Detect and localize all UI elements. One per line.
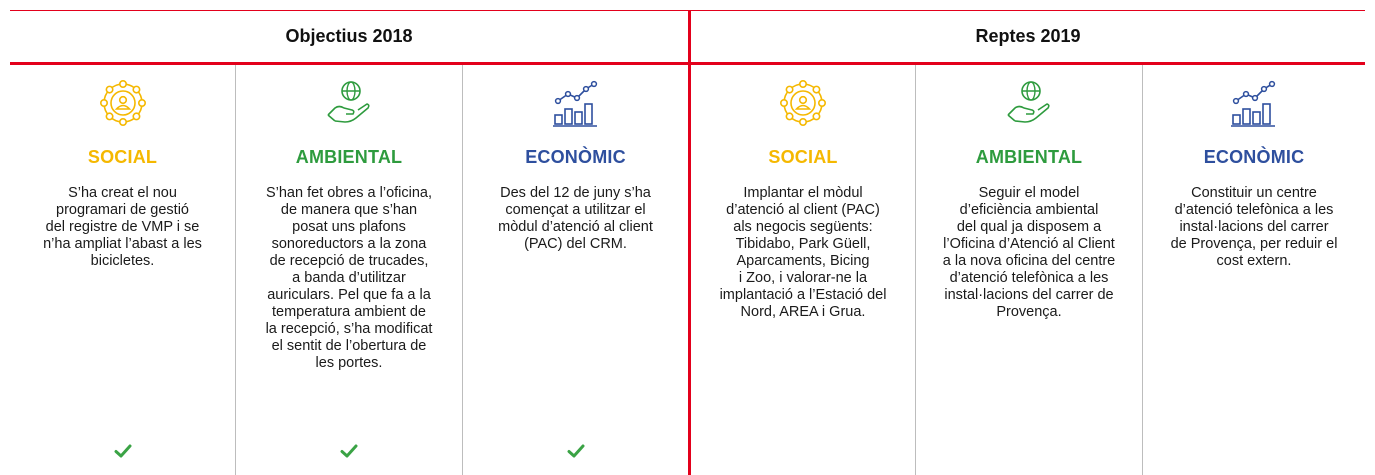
- objectius-economic-column: ECONÒMIC Des del 12 de juny s’ha començat …: [462, 65, 688, 475]
- description-line: del qual ja disposem a: [956, 219, 1102, 235]
- globe-hand-icon: [325, 77, 373, 129]
- checkmark-icon: [114, 443, 132, 459]
- people-network-icon: [99, 77, 147, 129]
- description-line: als negocis següents:: [733, 219, 873, 235]
- description-line: Des del 12 de juny s’ha: [500, 185, 651, 201]
- reptes-heading: Reptes 2019: [975, 26, 1081, 46]
- description-line: d’atenció telefònica a les: [1174, 202, 1334, 218]
- description-line: posat uns plafons: [292, 219, 406, 235]
- growth-chart-icon: [552, 77, 600, 129]
- column-description: Des del 12 de juny s’ha començat a utilit…: [476, 185, 676, 253]
- reptes-ambiental-column: AMBIENTAL Seguir el model d’eficiència amb…: [915, 65, 1142, 475]
- description-line: (PAC) del CRM.: [524, 236, 627, 252]
- description-line: de manera que s’han: [280, 202, 418, 218]
- description-line: de Provença, per reduir el: [1170, 236, 1338, 252]
- objectius-heading: Objectius 2018: [285, 26, 413, 46]
- globe-hand-icon: [1005, 77, 1053, 129]
- description-line: Tibidabo, Park Güell,: [735, 236, 871, 252]
- description-line: d’atenció telefònica a les: [949, 270, 1109, 286]
- description-line: programari de gestió: [56, 202, 189, 218]
- column-title: ECONÒMIC: [525, 147, 626, 167]
- description-line: d’eficiència ambiental: [959, 202, 1099, 218]
- description-line: S’han fet obres a l’oficina,: [265, 185, 433, 201]
- description-line: de recepció de trucades,: [269, 253, 429, 269]
- description-line: Nord, AREA i Grua.: [740, 304, 866, 320]
- column-title: AMBIENTAL: [295, 147, 403, 167]
- description-line: les portes.: [315, 355, 383, 371]
- reptes-economic-column: ECONÒMIC Constituir un centre d’atenció te…: [1142, 65, 1365, 475]
- description-line: auriculars. Pel que fa a la: [267, 287, 431, 303]
- checkmark-icon: [567, 443, 585, 459]
- column-description: S’han fet obres a l’oficina, de manera qu…: [249, 185, 449, 372]
- description-line: Implantar el mòdul: [743, 185, 863, 201]
- column-description: Implantar el mòdul d’atenció al client (P…: [708, 185, 898, 321]
- column-title: SOCIAL: [768, 147, 838, 167]
- column-title: ECONÒMIC: [1203, 147, 1305, 167]
- description-line: a la nova oficina del centre: [942, 253, 1116, 269]
- description-line: Seguir el model: [978, 185, 1080, 201]
- description-line: el sentit de l’obertura de: [271, 338, 427, 354]
- column-description: Constituir un centre d’atenció telefònica…: [1159, 185, 1349, 270]
- description-line: i Zoo, i valorar-ne la: [738, 270, 868, 286]
- objectius-ambiental-column: AMBIENTAL S’han fet obres a l’oficina, de …: [235, 65, 462, 475]
- description-line: instal·lacions del carrer: [1179, 219, 1329, 235]
- growth-chart-icon: [1230, 77, 1278, 129]
- description-line: la recepció, s’ha modificat: [265, 321, 433, 337]
- description-line: instal·lacions del carrer de: [944, 287, 1114, 303]
- column-title: SOCIAL: [87, 147, 158, 167]
- column-description: Seguir el model d’eficiència ambiental del…: [929, 185, 1129, 321]
- description-line: bicicletes.: [90, 253, 155, 269]
- description-line: del registre de VMP i se: [45, 219, 200, 235]
- description-line: sonoreductors a la zona: [271, 236, 427, 252]
- description-line: començat a utilitzar el: [505, 202, 646, 218]
- description-line: n’ha ampliat l’abast a les: [43, 236, 202, 252]
- description-line: l’Oficina d’Atenció al Client: [943, 236, 1115, 252]
- description-line: temperatura ambient de: [272, 304, 426, 320]
- description-line: cost extern.: [1216, 253, 1292, 269]
- column-description: S’ha creat el nou programari de gestió del…: [38, 185, 208, 270]
- description-line: mòdul d’atenció al client: [498, 219, 653, 235]
- description-line: Provença.: [996, 304, 1062, 320]
- column-title: AMBIENTAL: [975, 147, 1083, 167]
- description-line: Aparcaments, Bicing: [736, 253, 870, 269]
- description-line: a banda d’utilitzar: [292, 270, 406, 286]
- reptes-social-column: SOCIAL Implantar el mòdul d’atenció al cli…: [691, 65, 915, 475]
- description-line: d’atenció al client (PAC): [726, 202, 880, 218]
- description-line: implantació a l’Estació del: [719, 287, 887, 303]
- description-line: S’ha creat el nou: [68, 185, 177, 201]
- checkmark-icon: [340, 443, 358, 459]
- people-network-icon: [779, 77, 827, 129]
- objectius-social-column: SOCIAL S’ha creat el nou programari de ges…: [10, 65, 235, 475]
- description-line: Constituir un centre: [1191, 185, 1317, 201]
